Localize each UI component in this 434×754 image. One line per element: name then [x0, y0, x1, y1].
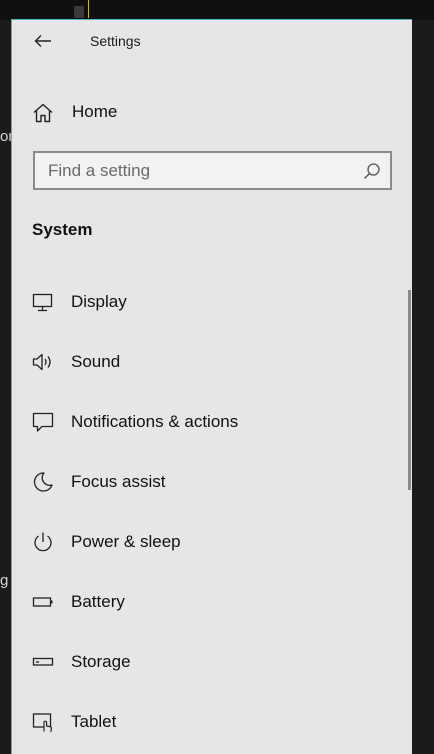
- arrow-left-icon: [34, 35, 51, 47]
- nav-item-label: Notifications & actions: [71, 412, 239, 431]
- background-text-fragment: on: [0, 128, 11, 145]
- nav-item-label: Display: [71, 292, 127, 311]
- settings-window: Settings Home System Display: [11, 19, 412, 754]
- tablet-icon: [31, 710, 55, 734]
- title-bar: Settings: [12, 20, 412, 64]
- notifications-icon: [31, 410, 55, 434]
- back-button[interactable]: [26, 28, 60, 54]
- nav-item-battery[interactable]: Battery: [12, 580, 407, 624]
- nav-item-tablet[interactable]: Tablet: [12, 700, 407, 744]
- nav-item-label: Storage: [71, 652, 131, 671]
- display-icon: [31, 290, 55, 314]
- desktop-background: [0, 0, 434, 20]
- nav-item-label: Focus assist: [71, 472, 166, 491]
- nav-item-label: Tablet: [71, 712, 117, 731]
- nav-item-display[interactable]: Display: [12, 280, 407, 324]
- battery-icon: [31, 590, 55, 614]
- sound-icon: [31, 350, 55, 374]
- scrollbar[interactable]: [408, 290, 411, 490]
- home-label: Home: [72, 102, 118, 121]
- nav-item-power-sleep[interactable]: Power & sleep: [12, 520, 407, 564]
- nav-item-notifications[interactable]: Notifications & actions: [12, 400, 407, 444]
- background-text-fragment: g: [0, 572, 9, 589]
- background-window-edge: [88, 0, 89, 18]
- window-title: Settings: [90, 33, 141, 49]
- background-window-control: [74, 6, 84, 18]
- nav-item-storage[interactable]: Storage: [12, 640, 407, 684]
- nav-item-label: Power & sleep: [71, 532, 181, 551]
- moon-icon: [31, 470, 55, 494]
- power-icon: [31, 530, 55, 554]
- section-title: System: [32, 220, 93, 239]
- nav-item-label: Sound: [71, 352, 121, 371]
- home-icon: [32, 102, 54, 124]
- nav-item-sound[interactable]: Sound: [12, 340, 407, 384]
- storage-icon: [31, 650, 55, 674]
- search-input[interactable]: [35, 153, 355, 188]
- desktop-background-right: [411, 20, 434, 754]
- nav-item-focus-assist[interactable]: Focus assist: [12, 460, 407, 504]
- home-nav-item[interactable]: Home: [12, 92, 412, 132]
- nav-item-label: Battery: [71, 592, 125, 611]
- search-icon[interactable]: [363, 162, 381, 180]
- search-box[interactable]: [33, 151, 392, 190]
